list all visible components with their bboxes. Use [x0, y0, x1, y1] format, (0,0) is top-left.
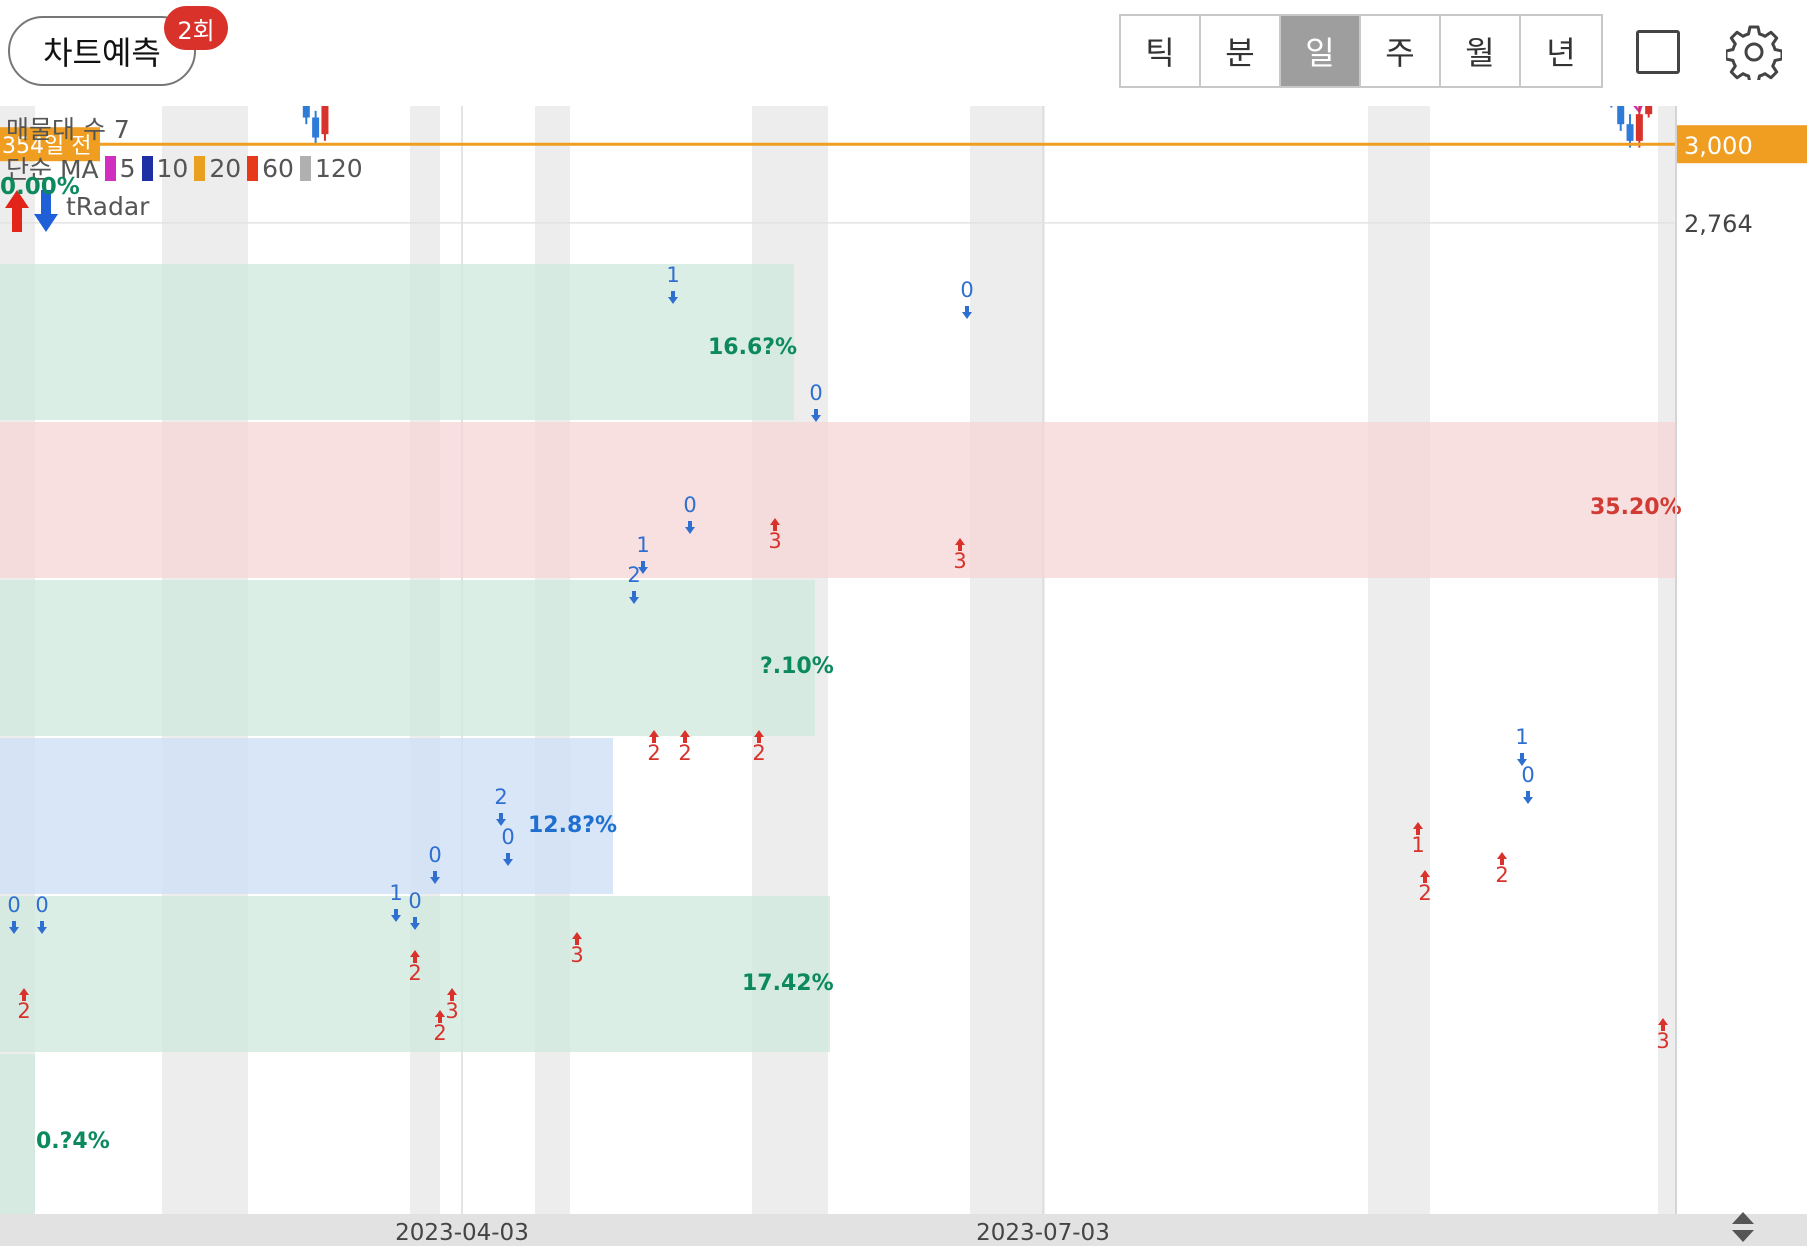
predict-count-badge: 2회: [164, 6, 228, 50]
candle-body: [1635, 114, 1643, 141]
signal-label: 1: [389, 881, 402, 905]
signal-label: 0: [809, 381, 822, 405]
signal-label: 3: [768, 529, 781, 553]
period-tabs: 틱 분 일 주 월 년: [1119, 14, 1603, 88]
signal-label: 3: [570, 943, 583, 967]
candle-body: [321, 106, 329, 135]
ma60-swatch: [247, 155, 259, 181]
signal-label: 1: [1515, 725, 1528, 749]
zone-percent-label: 17.42%: [742, 971, 834, 996]
zone-percent-label: 16.6?%: [708, 335, 797, 360]
signal-label: 2: [647, 741, 660, 765]
signal-label: 0: [7, 893, 20, 917]
ma60-label: 60: [262, 153, 294, 183]
signal-label: 2: [1418, 881, 1431, 905]
signal-label: 3: [445, 999, 458, 1023]
candle-body: [302, 106, 310, 118]
signal-label: 2: [752, 741, 765, 765]
square-icon[interactable]: [1636, 30, 1680, 74]
candlestick-chart[interactable]: 16.6?%35.20%?.10%12.8?%17.42%0.?4% 0 0210…: [0, 106, 1807, 1246]
zone-green-bottom: [0, 1054, 35, 1214]
shaded-band: [1368, 106, 1430, 1214]
signal-label: 0: [408, 889, 421, 913]
y-tick-label: 2,764: [1684, 210, 1753, 238]
signal-label: 2: [433, 1021, 446, 1045]
volume-profile-label: 매물대 수 7: [6, 115, 130, 144]
tradar-label: tRadar: [66, 192, 150, 221]
signal-label: 2: [17, 999, 30, 1023]
signal-label: 0: [683, 493, 696, 517]
zone-blue: [0, 738, 613, 894]
tab-day[interactable]: 일: [1281, 16, 1361, 86]
zone-red: [0, 422, 1676, 578]
zone-percent-label: 35.20%: [1590, 495, 1682, 520]
candle-body: [1626, 124, 1634, 141]
zone-percent-label: 12.8?%: [528, 813, 617, 838]
signal-label: 2: [1495, 863, 1508, 887]
tab-month[interactable]: 월: [1441, 16, 1521, 86]
gear-icon[interactable]: [1726, 24, 1782, 80]
chart-predict-label: 차트예측: [43, 34, 161, 72]
zone-percent-label: ?.10%: [760, 654, 834, 679]
signal-label: 1: [666, 263, 679, 287]
signal-label: 0: [35, 893, 48, 917]
signal-label: 2: [627, 563, 640, 587]
tab-week[interactable]: 주: [1361, 16, 1441, 86]
zone-green-top: [0, 264, 794, 420]
signal-label: 3: [953, 549, 966, 573]
signal-label: 1: [636, 533, 649, 557]
zone-green-mid: [0, 580, 815, 736]
scale-handle-icon[interactable]: [1728, 1210, 1758, 1244]
ma20-label: 20: [209, 153, 242, 183]
signal-label: 0: [501, 825, 514, 849]
shaded-band: [970, 106, 1045, 1214]
signal-label: 2: [494, 785, 507, 809]
ma120-label: 120: [314, 153, 363, 183]
signal-label: 2: [678, 741, 691, 765]
tab-year[interactable]: 년: [1521, 16, 1601, 86]
tab-tick[interactable]: 틱: [1121, 16, 1201, 86]
toolbar: 차트예측 2회 틱 분 일 주 월 년: [0, 0, 1807, 106]
zone-percent-label: 0.?4%: [36, 1129, 110, 1154]
x-tick-label: 2023-04-03: [395, 1220, 529, 1246]
ma5-label: 5: [119, 153, 136, 183]
signal-label: 0: [960, 278, 973, 302]
x-tick-label: 2023-07-03: [976, 1220, 1110, 1246]
ma5-swatch: [104, 155, 116, 181]
signal-label: 1: [1411, 833, 1424, 857]
ma120-swatch: [299, 155, 311, 181]
signal-label: 2: [408, 961, 421, 985]
candle-body: [1617, 106, 1625, 125]
signal-label: 0: [1521, 763, 1534, 787]
ma20-swatch: [194, 155, 206, 181]
ma10-label: 10: [156, 153, 189, 183]
signal-label: 0: [428, 843, 441, 867]
signal-label: 3: [1656, 1029, 1669, 1053]
ma10-swatch: [141, 155, 153, 181]
reference-price: 3,000: [1684, 132, 1753, 160]
date-axis-bar: [0, 1214, 1807, 1246]
candle-body: [312, 117, 320, 138]
candle-body: [1645, 106, 1653, 115]
tab-minute[interactable]: 분: [1201, 16, 1281, 86]
